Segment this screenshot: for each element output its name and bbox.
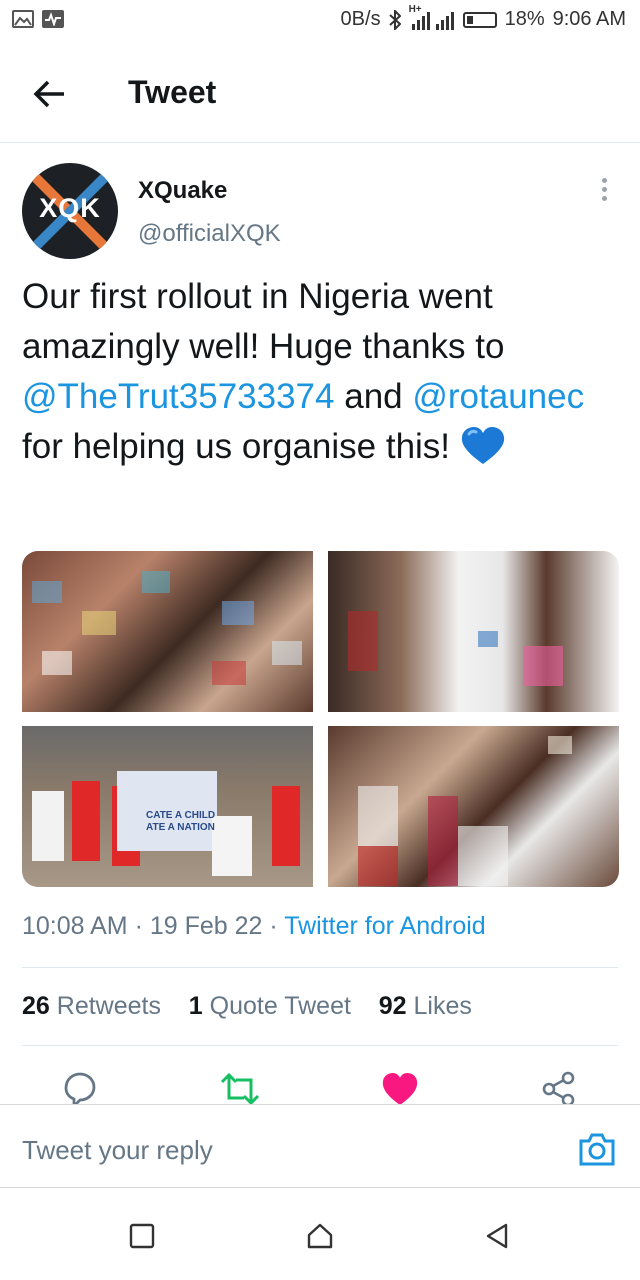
mention-link[interactable]: @rotaunec [412, 377, 584, 416]
like-button[interactable] [380, 1070, 420, 1108]
tweet-text-part: and [334, 377, 413, 416]
tweet-text: Our first rollout in Nigeria went amazin… [22, 272, 632, 472]
retweets-count: 26 [22, 992, 50, 1020]
arrow-left-icon [33, 80, 64, 108]
triangle-back-icon [486, 1223, 508, 1249]
mention-link[interactable]: @TheTrut35733374 [22, 377, 335, 416]
data-rate: 0B/s [340, 8, 381, 30]
divider [22, 1045, 618, 1046]
likes-label: Likes [413, 992, 472, 1020]
battery-level: 18% [504, 8, 545, 30]
retweets-stat[interactable]: 26 Retweets [22, 992, 161, 1020]
separator: · [127, 912, 150, 940]
author-handle[interactable]: @officialXQK [138, 220, 281, 248]
divider [22, 967, 618, 968]
avatar-logo-text: XQK [39, 193, 101, 223]
quotes-count: 1 [188, 992, 203, 1020]
clock: 9:06 AM [552, 8, 626, 30]
tweet-text-part: Our first rollout in Nigeria went amazin… [22, 277, 505, 366]
more-options-button[interactable] [596, 178, 612, 208]
retweet-button[interactable] [220, 1070, 260, 1108]
author-name[interactable]: XQuake [138, 177, 227, 205]
like-icon [382, 1073, 418, 1105]
retweet-icon [220, 1072, 260, 1106]
system-navigation-bar [0, 1188, 640, 1280]
tweet-photo-2[interactable] [328, 551, 619, 712]
reply-icon [64, 1072, 96, 1110]
avatar[interactable]: XQK [22, 163, 118, 259]
share-icon [542, 1071, 575, 1107]
retweets-label: Retweets [56, 992, 161, 1020]
tweet-photo-3[interactable]: CATE A CHILD ATE A NATION [22, 726, 313, 887]
tweet-text-part: for helping us organise this! [22, 427, 460, 466]
home-icon [307, 1223, 333, 1249]
separator: · [262, 912, 285, 940]
reply-input[interactable]: Tweet your reply [22, 1135, 213, 1166]
reply-button[interactable] [60, 1070, 100, 1110]
home-button[interactable] [306, 1222, 334, 1250]
activity-notification-icon [42, 10, 64, 28]
tweet-time: 10:08 AM [22, 912, 128, 940]
page-title: Tweet [128, 74, 217, 110]
status-bar: 0B/s H+ 18% 9:06 AM [0, 0, 640, 44]
top-app-bar: Tweet [0, 44, 640, 143]
square-icon [129, 1223, 155, 1249]
back-nav-button[interactable] [484, 1222, 512, 1250]
recents-button[interactable] [128, 1222, 156, 1250]
tweet-date: 19 Feb 22 [149, 912, 263, 940]
camera-icon [579, 1133, 615, 1166]
likes-stat[interactable]: 92 Likes [379, 992, 472, 1020]
signal-icon: H+ [409, 4, 455, 30]
bluetooth-icon [388, 9, 401, 30]
share-button[interactable] [540, 1070, 580, 1108]
quotes-label: Quote Tweet [209, 992, 351, 1020]
reply-composer: Tweet your reply [0, 1104, 640, 1188]
battery-icon [462, 11, 497, 28]
tweet-timestamp: 10:08 AM · 19 Feb 22 · Twitter for Andro… [22, 912, 486, 941]
tweet-photo-1[interactable] [22, 551, 313, 712]
tweet-source-link[interactable]: Twitter for Android [284, 912, 485, 940]
banner-text: CATE A CHILD ATE A NATION [146, 810, 216, 833]
camera-button[interactable] [578, 1131, 616, 1167]
likes-count: 92 [378, 992, 407, 1020]
blue-heart-emoji-icon [461, 427, 504, 464]
image-notification-icon [12, 10, 34, 28]
back-button[interactable] [30, 74, 70, 114]
tweet-photo-4[interactable] [328, 726, 619, 887]
photo-grid: CATE A CHILD ATE A NATION [22, 551, 619, 887]
tweet-stats: 26 Retweets 1 Quote Tweet 92 Likes [22, 992, 472, 1021]
quote-tweets-stat[interactable]: 1 Quote Tweet [189, 992, 351, 1020]
